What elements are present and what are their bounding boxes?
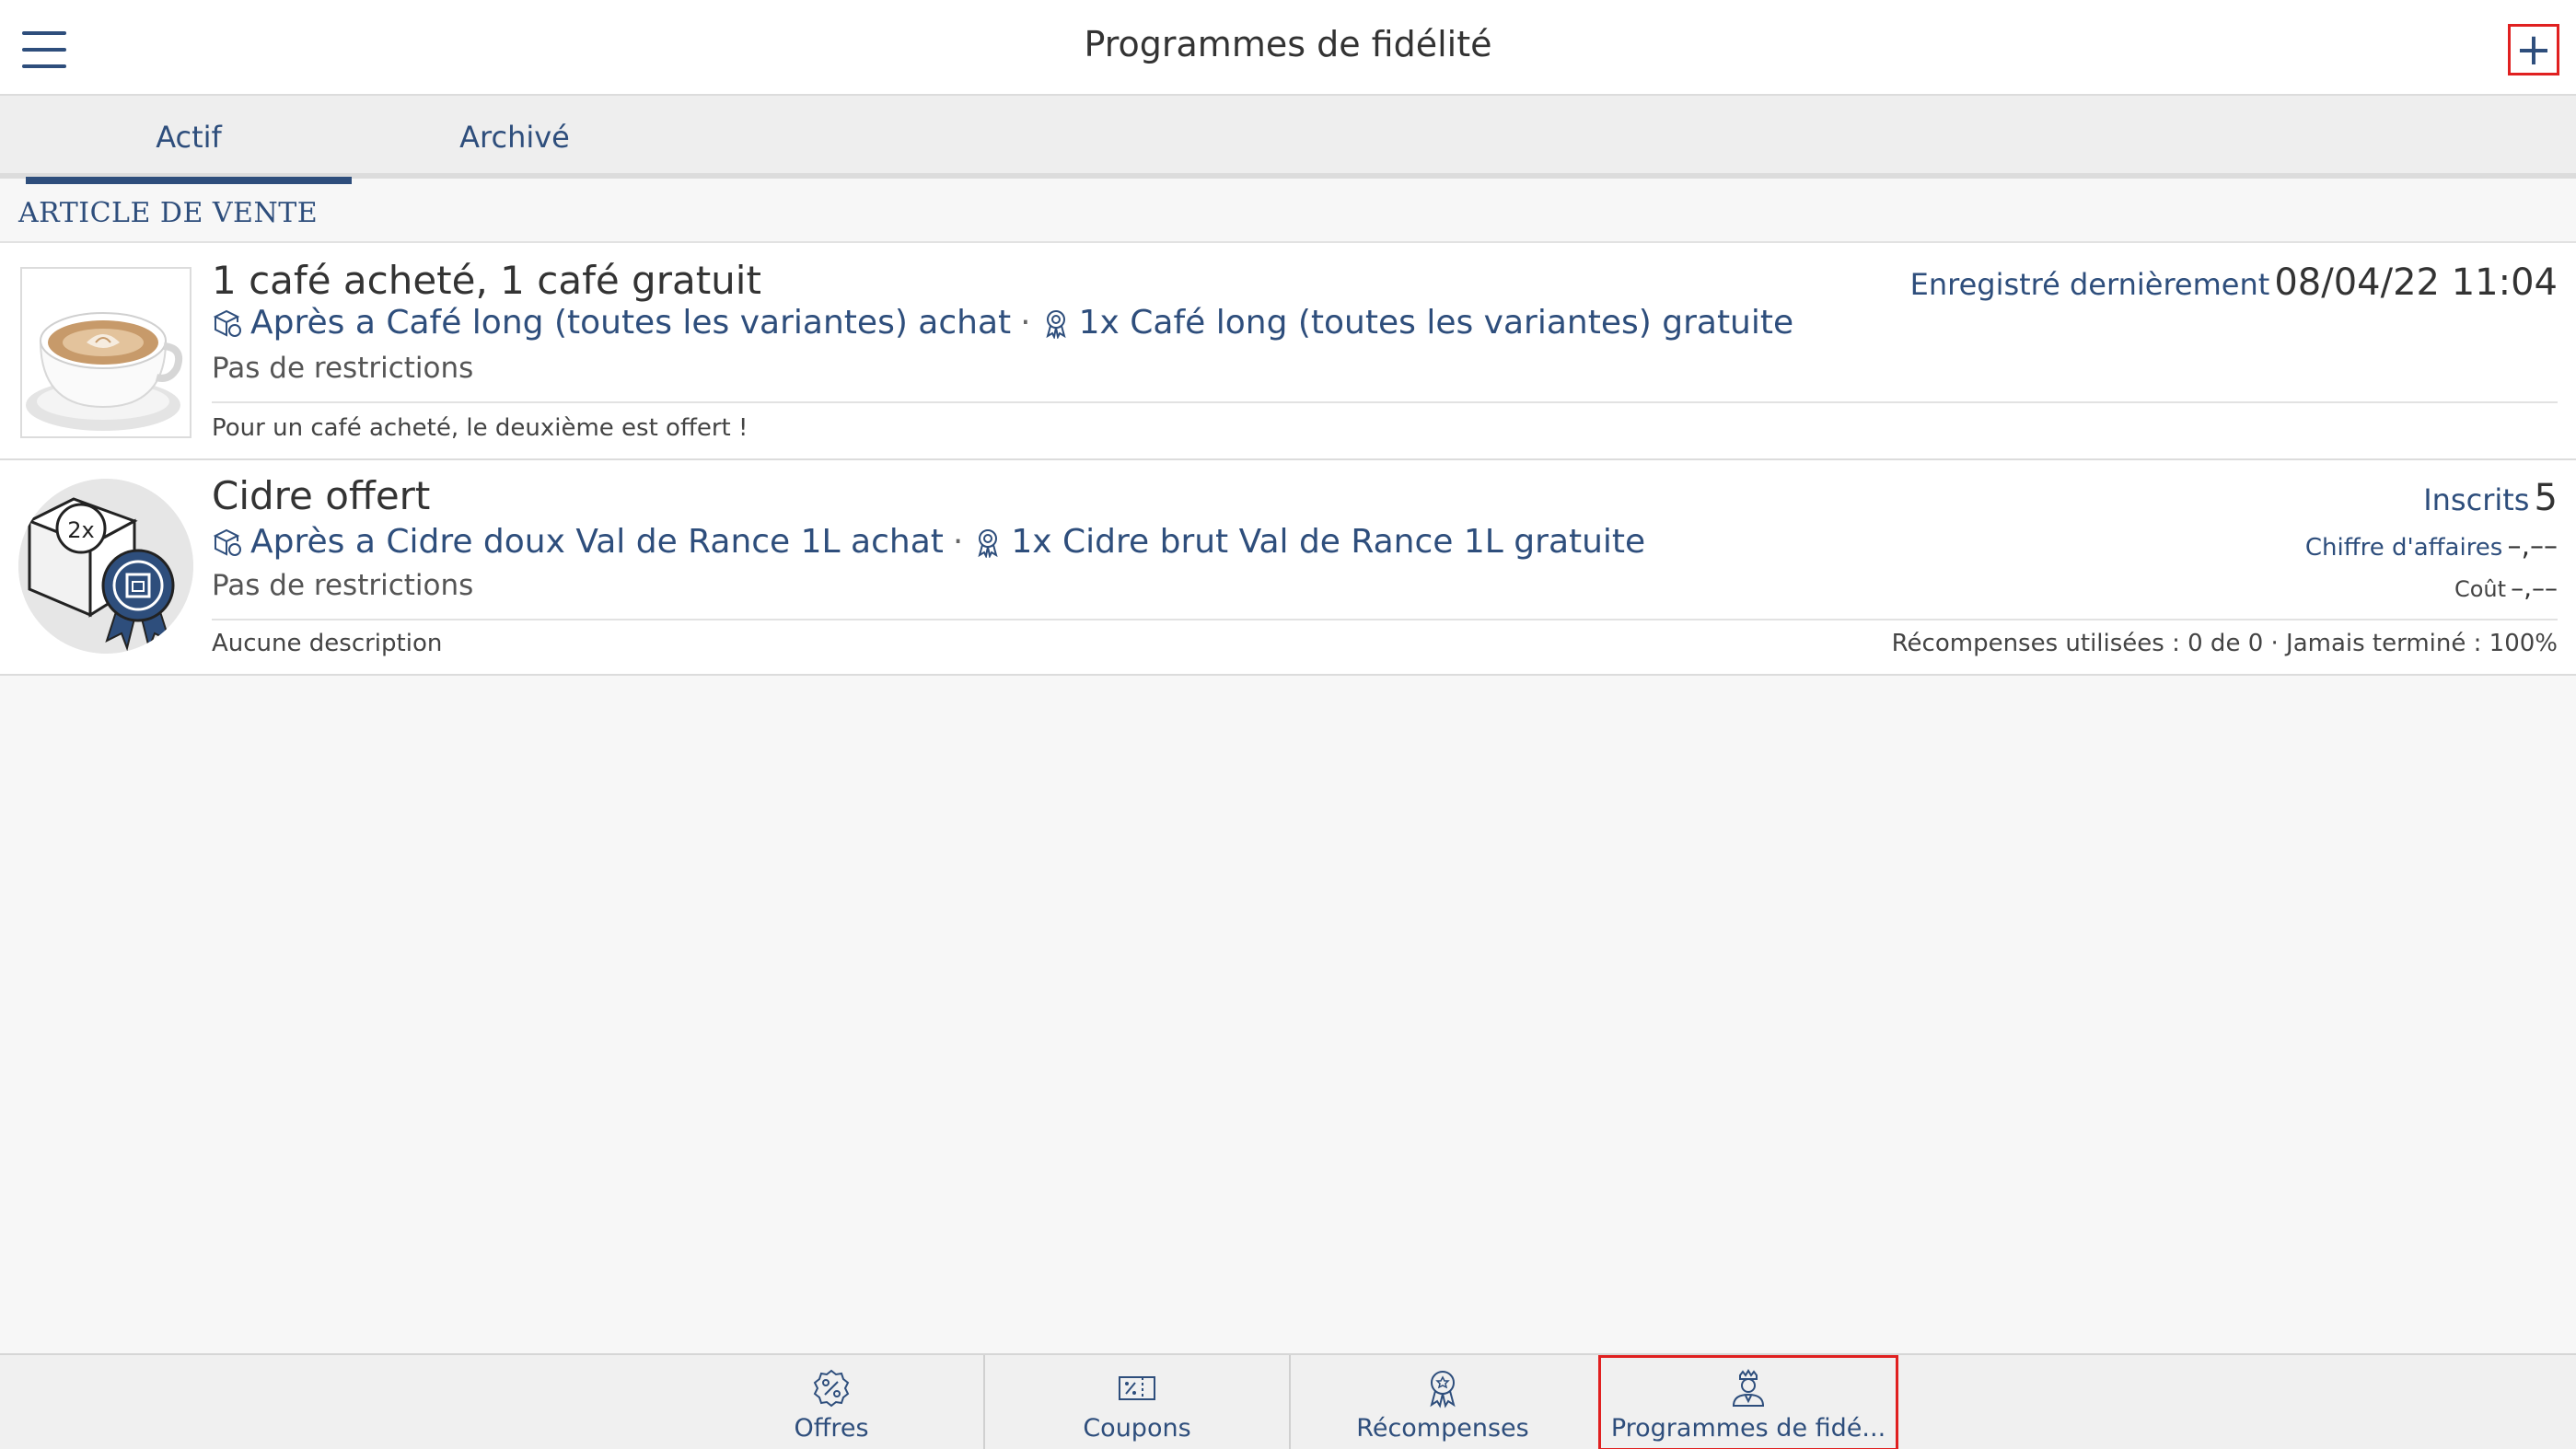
separator: · xyxy=(1020,304,1031,342)
divider xyxy=(212,619,2558,620)
program-rule: Après a Café long (toutes les variantes)… xyxy=(212,304,1793,342)
program-rule: Après a Cidre doux Val de Rance 1L achat… xyxy=(212,523,1645,561)
reward-ribbon-icon xyxy=(978,528,998,558)
program-item[interactable]: 1 café acheté, 1 café gratuit Enregistré… xyxy=(0,243,2576,460)
section-header: ARTICLE DE VENTE xyxy=(0,179,2576,243)
coffee-thumbnail xyxy=(20,267,191,438)
saved-value: 08/04/22 11:04 xyxy=(2274,261,2558,304)
cost-label: Coût xyxy=(2454,576,2506,602)
condition-text: Après a Cidre doux Val de Rance 1L achat xyxy=(250,523,944,561)
condition-text: Après a Café long (toutes les variantes)… xyxy=(250,304,1012,342)
restrictions-text: Pas de restrictions xyxy=(212,352,474,385)
tab-bar: Actif Archivé xyxy=(0,96,2576,184)
loyalty-person-icon xyxy=(1732,1369,1765,1407)
box-award-icon: 2x xyxy=(18,479,193,654)
cost-value: –,–– xyxy=(2511,573,2558,603)
enrolled-label: Inscrits xyxy=(2423,482,2530,517)
nav-recompenses[interactable]: Récompenses xyxy=(1291,1355,1595,1449)
nav-programmes-fidelite[interactable]: Programmes de fidé... xyxy=(1598,1355,1898,1449)
program-description: Aucune description xyxy=(212,630,443,657)
tab-actif[interactable]: Actif xyxy=(26,96,352,184)
program-item[interactable]: 2x Cidre offert Inscrits 5 Après a Cidre… xyxy=(0,460,2576,676)
program-badge-thumbnail: 2x xyxy=(18,479,193,654)
top-bar: Programmes de fidélité + xyxy=(0,0,2576,96)
purchase-box-icon xyxy=(213,309,241,337)
saved-label: Enregistré dernièrement xyxy=(1909,267,2270,302)
cost-meta: Coût –,–– xyxy=(2454,573,2558,603)
revenue-meta: Chiffre d'affaires –,–– xyxy=(2305,530,2558,562)
revenue-value: –,–– xyxy=(2507,530,2558,562)
add-program-button[interactable]: + xyxy=(2508,24,2559,75)
reward-text: 1x Café long (toutes les variantes) grat… xyxy=(1078,304,1794,342)
tab-archive[interactable]: Archivé xyxy=(352,96,678,179)
program-title: 1 café acheté, 1 café gratuit xyxy=(212,258,761,303)
restrictions-text: Pas de restrictions xyxy=(212,569,474,602)
usage-stats: Récompenses utilisées : 0 de 0 · Jamais … xyxy=(1891,630,2558,657)
program-description: Pour un café acheté, le deuxième est off… xyxy=(212,414,748,442)
coupon-icon xyxy=(1119,1376,1155,1400)
nav-coupons[interactable]: Coupons xyxy=(985,1355,1289,1449)
nav-offres[interactable]: Offres xyxy=(679,1355,983,1449)
percent-badge-icon xyxy=(813,1369,850,1408)
enrolled-value: 5 xyxy=(2534,477,2558,519)
page-title: Programmes de fidélité xyxy=(1084,24,1492,64)
revenue-label: Chiffre d'affaires xyxy=(2304,534,2503,562)
nav-recompenses-label: Récompenses xyxy=(1356,1414,1529,1443)
program-title: Cidre offert xyxy=(212,473,431,518)
enrolled-meta: Inscrits 5 xyxy=(2423,477,2558,519)
saved-meta: Enregistré dernièrement 08/04/22 11:04 xyxy=(1910,261,2558,304)
reward-text: 1x Cidre brut Val de Rance 1L gratuite xyxy=(1011,523,1646,561)
divider xyxy=(212,401,2558,403)
nav-offres-label: Offres xyxy=(794,1414,869,1443)
nav-coupons-label: Coupons xyxy=(1083,1414,1191,1443)
bottom-nav: Offres Coupons Récompenses Programmes de… xyxy=(0,1353,2576,1449)
award-ribbon-icon xyxy=(1430,1371,1456,1408)
reward-ribbon-icon xyxy=(1045,309,1066,339)
purchase-box-icon xyxy=(213,528,241,556)
nav-programmes-label: Programmes de fidé... xyxy=(1610,1414,1886,1443)
badge-text: 2x xyxy=(67,517,94,543)
separator: · xyxy=(952,523,964,561)
coffee-cup-icon xyxy=(22,269,190,436)
